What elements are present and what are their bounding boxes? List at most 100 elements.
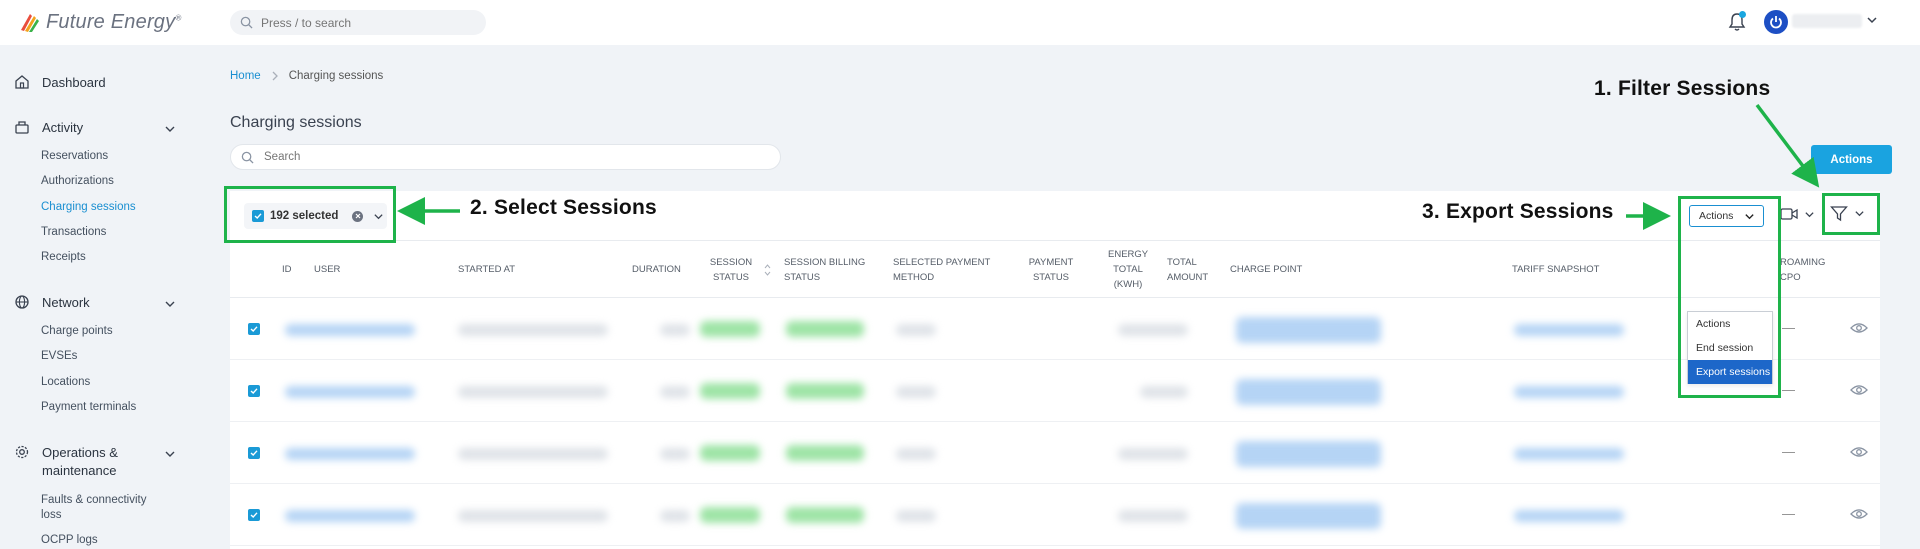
arrow-filter (1755, 103, 1820, 188)
chevron-down-icon[interactable] (164, 298, 176, 310)
header-charge-point[interactable]: CHARGE POINT (1230, 262, 1302, 277)
row-duration (660, 510, 690, 522)
eye-icon[interactable] (1850, 508, 1868, 520)
sidebar-item-dashboard[interactable]: Dashboard (14, 74, 184, 90)
row-charge-point[interactable] (1236, 379, 1381, 405)
sidebar-item-payment-terminals[interactable]: Payment terminals (41, 400, 136, 415)
top-bar: Future Energy® (0, 0, 1920, 45)
annotation-export-box (1678, 196, 1781, 398)
chevron-down-icon (1805, 211, 1814, 217)
row-checkbox[interactable] (248, 323, 260, 335)
brand-name: Future Energy® (46, 10, 182, 33)
avatar[interactable] (1764, 10, 1788, 34)
logo[interactable]: Future Energy® (18, 9, 181, 35)
chevron-right-icon (272, 71, 278, 81)
sidebar-item-locations[interactable]: Locations (41, 375, 90, 390)
row-started-at (458, 510, 608, 522)
row-roaming-cpo: — (1782, 382, 1795, 397)
globe-icon (15, 295, 29, 309)
eye-icon[interactable] (1850, 322, 1868, 334)
breadcrumb-home[interactable]: Home (230, 70, 261, 82)
header-duration[interactable]: DURATION (632, 262, 681, 277)
row-session-status (700, 321, 760, 337)
annotation-select-box (224, 186, 396, 243)
header-payment-status[interactable]: PAYMENT STATUS (1026, 255, 1076, 285)
sidebar-item-operations[interactable]: Operations & maintenance (14, 444, 184, 480)
header-energy-total[interactable]: ENERGY TOTAL (KWH) (1108, 247, 1148, 292)
global-search-input[interactable] (261, 15, 461, 30)
header-total-amount[interactable]: TOTAL AMOUNT (1167, 255, 1208, 285)
sidebar-item-charging-sessions[interactable]: Charging sessions (41, 200, 136, 215)
page-title: Charging sessions (230, 114, 362, 131)
row-charge-point[interactable] (1236, 441, 1381, 467)
sessions-table-panel: 192 selected Actions ID USER STARTED AT … (230, 191, 1880, 549)
row-payment-method (896, 510, 936, 522)
row-user[interactable] (285, 324, 415, 336)
row-tariff[interactable] (1514, 386, 1624, 398)
table-row[interactable]: — (230, 423, 1880, 484)
row-duration (660, 324, 690, 336)
header-payment-method[interactable]: SELECTED PAYMENT METHOD (893, 255, 990, 285)
logo-mark-icon (21, 14, 39, 32)
row-checkbox[interactable] (248, 447, 260, 459)
sidebar-item-faults[interactable]: Faults & connectivity loss (41, 493, 146, 523)
row-user[interactable] (285, 386, 415, 398)
row-duration (660, 448, 690, 460)
chevron-down-icon[interactable] (1866, 14, 1878, 26)
row-checkbox[interactable] (248, 385, 260, 397)
header-tariff-snapshot[interactable]: TARIFF SNAPSHOT (1512, 262, 1599, 277)
table-row[interactable]: — (230, 299, 1880, 360)
sessions-search[interactable] (230, 144, 781, 170)
column-settings-button[interactable] (1780, 207, 1815, 221)
row-user[interactable] (285, 510, 415, 522)
row-tariff[interactable] (1514, 448, 1624, 460)
header-session-status[interactable]: SESSION STATUS (706, 255, 756, 285)
check-icon (250, 388, 258, 394)
home-icon (15, 75, 29, 89)
sidebar-item-receipts[interactable]: Receipts (41, 250, 86, 265)
row-charge-point[interactable] (1236, 317, 1381, 343)
row-tariff[interactable] (1514, 510, 1624, 522)
check-icon (250, 512, 258, 518)
row-user[interactable] (285, 448, 415, 460)
row-payment-method (896, 324, 936, 336)
chevron-down-icon[interactable] (164, 123, 176, 135)
row-started-at (458, 324, 608, 336)
table-row[interactable]: — (230, 485, 1880, 546)
row-roaming-cpo: — (1782, 506, 1795, 521)
video-icon (1780, 208, 1798, 220)
header-user[interactable]: USER (314, 262, 340, 277)
sidebar-item-evses[interactable]: EVSEs (41, 349, 77, 364)
sidebar-item-label: Network (42, 294, 90, 310)
sidebar-item-authorizations[interactable]: Authorizations (41, 174, 114, 189)
row-charge-point[interactable] (1236, 503, 1381, 529)
header-billing-status[interactable]: SESSION BILLING STATUS (784, 255, 865, 285)
sidebar-item-charge-points[interactable]: Charge points (41, 324, 113, 339)
row-checkbox[interactable] (248, 509, 260, 521)
chevron-down-icon[interactable] (164, 448, 176, 460)
sidebar-item-transactions[interactable]: Transactions (41, 225, 106, 240)
global-search[interactable] (230, 10, 486, 35)
row-payment-method (896, 386, 936, 398)
eye-icon[interactable] (1850, 446, 1868, 458)
table-row[interactable]: — (230, 361, 1880, 422)
header-roaming-cpo[interactable]: ROAMING CPO (1780, 255, 1825, 285)
annotation-filter-label: 1. Filter Sessions (1594, 77, 1771, 100)
sessions-search-input[interactable] (264, 151, 744, 163)
row-tariff[interactable] (1514, 324, 1624, 336)
search-icon (240, 16, 253, 29)
sidebar-item-reservations[interactable]: Reservations (41, 149, 108, 164)
row-energy (1140, 386, 1188, 398)
row-roaming-cpo: — (1782, 320, 1795, 335)
row-payment-method (896, 448, 936, 460)
sidebar-item-label: Operations & maintenance (42, 445, 118, 478)
header-id[interactable]: ID (282, 262, 292, 277)
notification-dot (1739, 11, 1746, 18)
eye-icon[interactable] (1850, 384, 1868, 396)
sort-icon[interactable] (764, 264, 771, 276)
sidebar-item-activity[interactable]: Activity (14, 119, 184, 135)
header-started-at[interactable]: STARTED AT (458, 262, 515, 277)
actions-button[interactable]: Actions (1811, 145, 1892, 174)
sidebar-item-ocpp-logs[interactable]: OCPP logs (41, 533, 98, 548)
sidebar-item-network[interactable]: Network (14, 294, 184, 310)
